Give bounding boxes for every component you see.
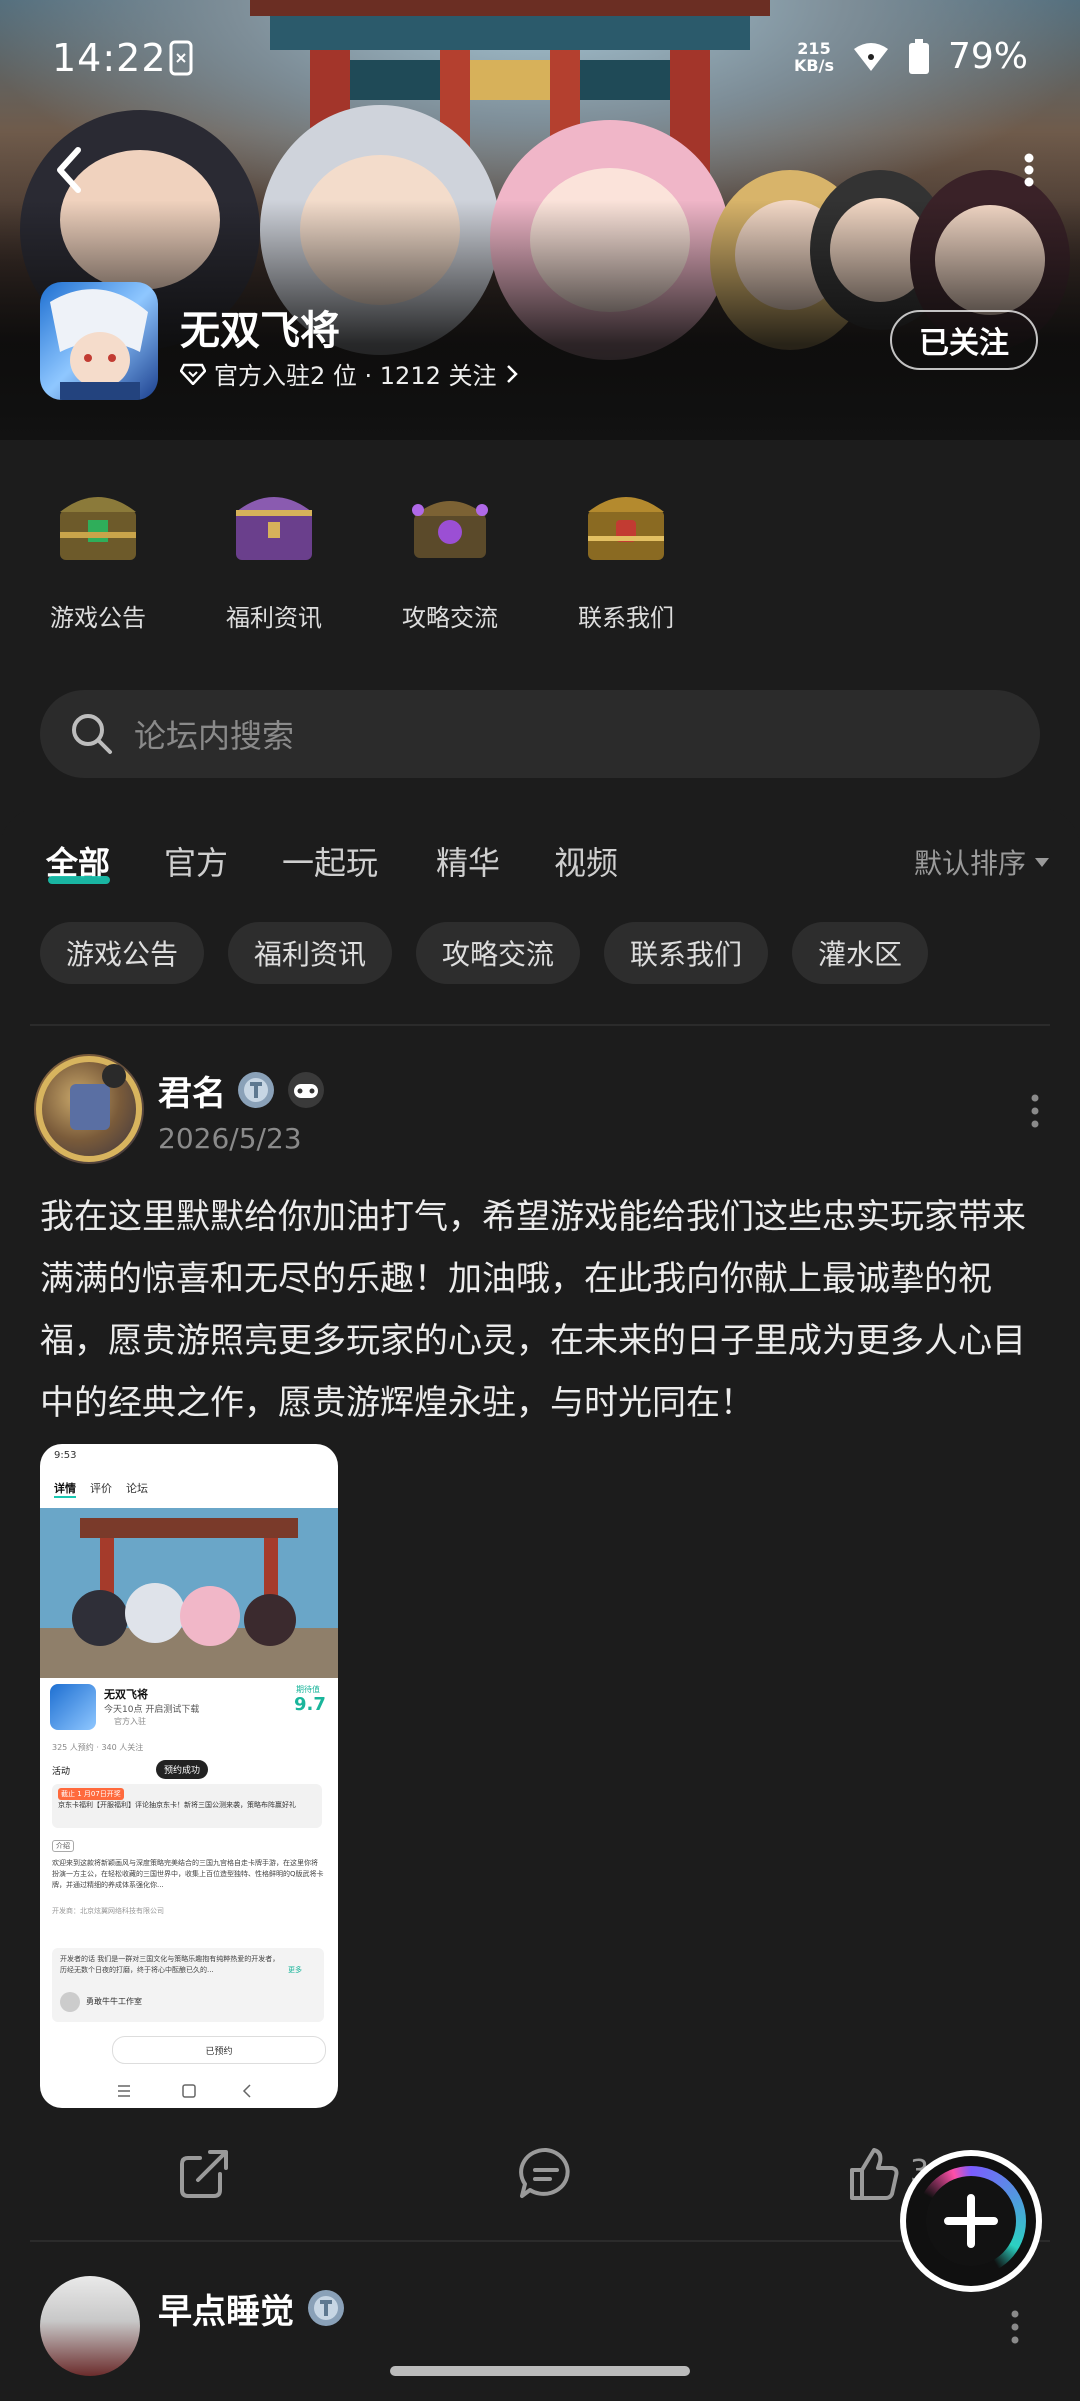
comment-icon[interactable] xyxy=(516,2144,576,2204)
tab-active-indicator xyxy=(48,876,110,884)
avatar[interactable] xyxy=(34,1054,144,1164)
post-author[interactable]: 早点睡觉 xyxy=(158,2284,294,2333)
shot-banner-tag: 截止 1 月07日开奖 xyxy=(58,1788,124,1800)
shot-score: 9.7 xyxy=(294,1694,326,1715)
category-chip[interactable]: 联系我们 xyxy=(604,922,769,984)
quick-link-guides[interactable]: 攻略交流 xyxy=(380,480,520,633)
post-image[interactable]: 9:53 详情 评价 论坛 无双飞将 今天10点 开启测试下载 官方入驻 期待值… xyxy=(40,1444,338,2108)
app-meta[interactable]: 官方入驻2 位 · 1212 关注 xyxy=(180,356,519,391)
forum-search-bar[interactable]: 论坛内搜索 xyxy=(40,690,1040,778)
caret-down-icon xyxy=(1035,858,1049,867)
status-time: 14:22 xyxy=(52,36,167,80)
shot-intro-text: 欢迎来到这款将新颖画风与深度策略完美结合的三国九宫格自走卡牌手游，在这里你将扮演… xyxy=(52,1859,324,1889)
home-indicator[interactable] xyxy=(390,2366,690,2376)
post-date: 2026/5/23 xyxy=(158,1122,302,1155)
shot-banner-card: 截止 1 月07日开奖 京东卡福利【开服福利】评论抽京东卡！新将三国公测来袭，策… xyxy=(52,1784,322,1828)
avatar-art xyxy=(36,1056,142,1162)
shot-time: 9:53 xyxy=(54,1450,77,1461)
shot-tab: 评价 xyxy=(90,1482,112,1495)
shot-banner-text: 京东卡福利【开服福利】评论抽京东卡！新将三国公测来袭，策略布阵赢好礼 xyxy=(58,1801,296,1809)
share-icon[interactable] xyxy=(176,2144,232,2204)
tab-featured[interactable]: 精华 xyxy=(436,838,500,884)
shot-dev-note: 开发者的话 我们是一群对三国文化与策略乐趣抱有纯粹热爱的开发者，历经无数个日夜的… xyxy=(60,1955,280,1974)
tab-play-together[interactable]: 一起玩 xyxy=(282,838,378,884)
quick-link-label: 福利资讯 xyxy=(226,604,322,632)
app-meta-text: 官方入驻2 位 · 1212 关注 xyxy=(214,362,497,390)
battery-icon xyxy=(908,38,929,74)
quick-link-benefits[interactable]: 福利资讯 xyxy=(204,480,344,633)
phone-vibrate-icon xyxy=(169,40,193,76)
app-icon[interactable] xyxy=(40,282,158,400)
treasure-chest-icon xyxy=(412,501,488,558)
app-title: 无双飞将 xyxy=(180,308,340,354)
shot-tabs: 详情 评价 论坛 xyxy=(54,1480,148,1498)
post-content[interactable]: 我在这里默默给你加油打气，希望游戏能给我们这些忠实玩家带来满满的惊喜和无尽的乐趣… xyxy=(40,1186,1040,1434)
level-badge-icon xyxy=(238,1072,274,1108)
divider xyxy=(30,1024,1050,1026)
shot-studio-avatar xyxy=(60,1992,80,2012)
quick-link-label: 攻略交流 xyxy=(402,604,498,632)
net-speed-unit: KB/s xyxy=(794,55,834,75)
diamond-icon xyxy=(180,363,206,385)
shot-app-icon xyxy=(50,1684,96,1730)
category-chip[interactable]: 灌水区 xyxy=(792,922,929,984)
shot-stats: 325 人预约 · 340 人关注 xyxy=(52,1743,144,1752)
shot-tab: 详情 xyxy=(54,1480,76,1498)
shot-nav-bar xyxy=(118,2084,251,2098)
shot-banner-art xyxy=(40,1508,338,1678)
chevron-right-icon xyxy=(506,364,518,383)
sort-dropdown[interactable]: 默认排序 xyxy=(914,842,1050,882)
shot-studio: 勇敢牛牛工作室 xyxy=(86,1997,142,2006)
shot-activity: 活动 xyxy=(52,1767,71,1777)
avatar[interactable] xyxy=(40,2276,140,2376)
category-chip[interactable]: 攻略交流 xyxy=(416,922,581,984)
treasure-chest-icon xyxy=(60,497,136,560)
shot-official: 官方入驻 xyxy=(114,1717,146,1726)
shot-reserved-button: 已预约 xyxy=(112,2036,326,2064)
shot-toast: 预约成功 xyxy=(156,1760,209,1779)
back-button[interactable] xyxy=(40,140,100,200)
shot-app-name: 无双飞将 xyxy=(104,1688,148,1701)
net-speed: 215 KB/s xyxy=(794,40,834,74)
like-icon[interactable] xyxy=(846,2144,902,2204)
search-icon xyxy=(72,714,112,754)
app-icon-art xyxy=(50,289,148,400)
quick-link-contact[interactable]: 联系我们 xyxy=(556,480,696,633)
tab-video[interactable]: 视频 xyxy=(554,838,618,884)
post-more-icon[interactable] xyxy=(1030,1094,1040,1128)
category-chip[interactable]: 福利资讯 xyxy=(228,922,393,984)
quick-link-announcement[interactable]: 游戏公告 xyxy=(28,480,168,633)
status-right-group: 215 KB/s 79% xyxy=(794,36,1028,77)
battery-percent: 79% xyxy=(947,36,1028,77)
net-speed-value: 215 xyxy=(797,38,831,58)
tab-official[interactable]: 官方 xyxy=(164,838,228,884)
shot-intro-tag: 介绍 xyxy=(52,1840,74,1852)
level-badge-icon xyxy=(308,2290,344,2326)
category-chip[interactable]: 游戏公告 xyxy=(40,922,205,984)
wifi-icon xyxy=(853,42,888,71)
post-author[interactable]: 君名 xyxy=(158,1066,226,1115)
shot-tab: 论坛 xyxy=(126,1482,148,1495)
divider xyxy=(30,2240,1050,2242)
shot-developer: 开发商：北京炫翼网络科技有限公司 xyxy=(52,1907,164,1915)
treasure-chest-icon xyxy=(588,497,664,560)
shot-app-sub: 今天10点 开启测试下载 xyxy=(104,1705,200,1715)
follow-button[interactable]: 已关注 xyxy=(890,310,1038,370)
search-placeholder: 论坛内搜索 xyxy=(134,717,295,755)
treasure-chest-icon xyxy=(236,497,312,560)
gamer-badge-icon xyxy=(288,1072,324,1108)
post-more-icon[interactable] xyxy=(1010,2310,1020,2344)
more-options-icon[interactable] xyxy=(1014,150,1044,190)
shot-dev-card: 开发者的话 我们是一群对三国文化与策略乐趣抱有纯粹热爱的开发者，历经无数个日夜的… xyxy=(52,1948,324,2022)
post-author-name: 君名 xyxy=(158,1074,226,1114)
shot-more-link: 更多 xyxy=(288,1966,302,1974)
plus-icon xyxy=(944,2194,998,2248)
sort-label: 默认排序 xyxy=(913,847,1026,880)
quick-link-label: 联系我们 xyxy=(578,604,674,632)
quick-link-label: 游戏公告 xyxy=(50,604,146,632)
